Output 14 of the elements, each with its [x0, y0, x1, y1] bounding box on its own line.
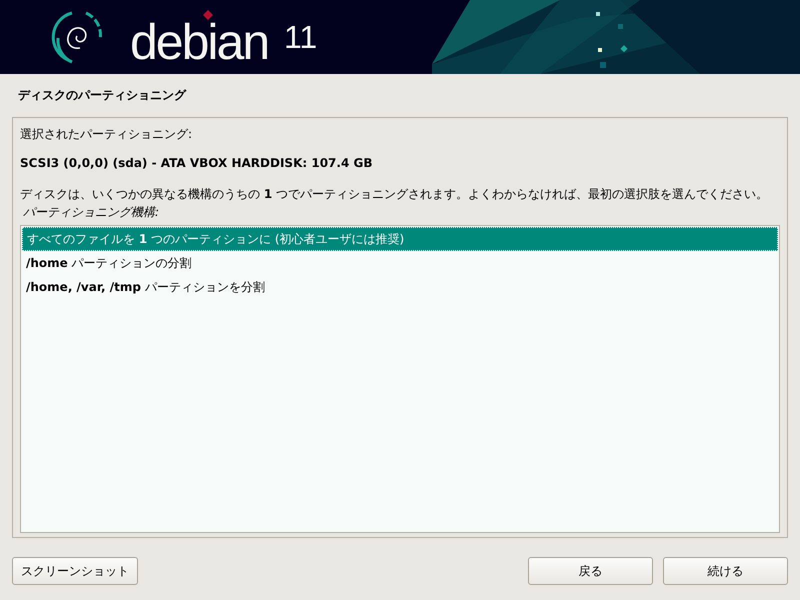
- description-text: ディスクは、いくつかの異なる機構のうちの 1 つでパーティショニングされます。よくわからなければ、最初の選択肢を選んでください。: [20, 187, 770, 202]
- list-item[interactable]: /home, /var, /tmp パーティションを分割: [22, 275, 778, 299]
- page-title: ディスクのパーティショニング: [17, 87, 188, 103]
- disk-label: SCSI3 (0,0,0) (sda) - ATA VBOX HARDDISK: 107.4 GB: [20, 156, 374, 171]
- section-heading: 選択されたパーティショニング:: [20, 127, 194, 142]
- list-item[interactable]: /home パーティションの分割: [22, 251, 778, 275]
- version-label: 11: [284, 20, 318, 54]
- continue-button[interactable]: 続ける: [663, 557, 788, 585]
- screenshot-button[interactable]: スクリーンショット: [12, 557, 138, 585]
- list-item[interactable]: すべてのファイルを 1 つのパーティションに (初心者ユーザには推奨): [22, 227, 778, 251]
- back-button[interactable]: 戻る: [528, 557, 653, 585]
- logo-text: debian: [130, 21, 268, 63]
- diamond-icon: [203, 10, 213, 20]
- list-label: パーティショニング機構:: [22, 205, 160, 220]
